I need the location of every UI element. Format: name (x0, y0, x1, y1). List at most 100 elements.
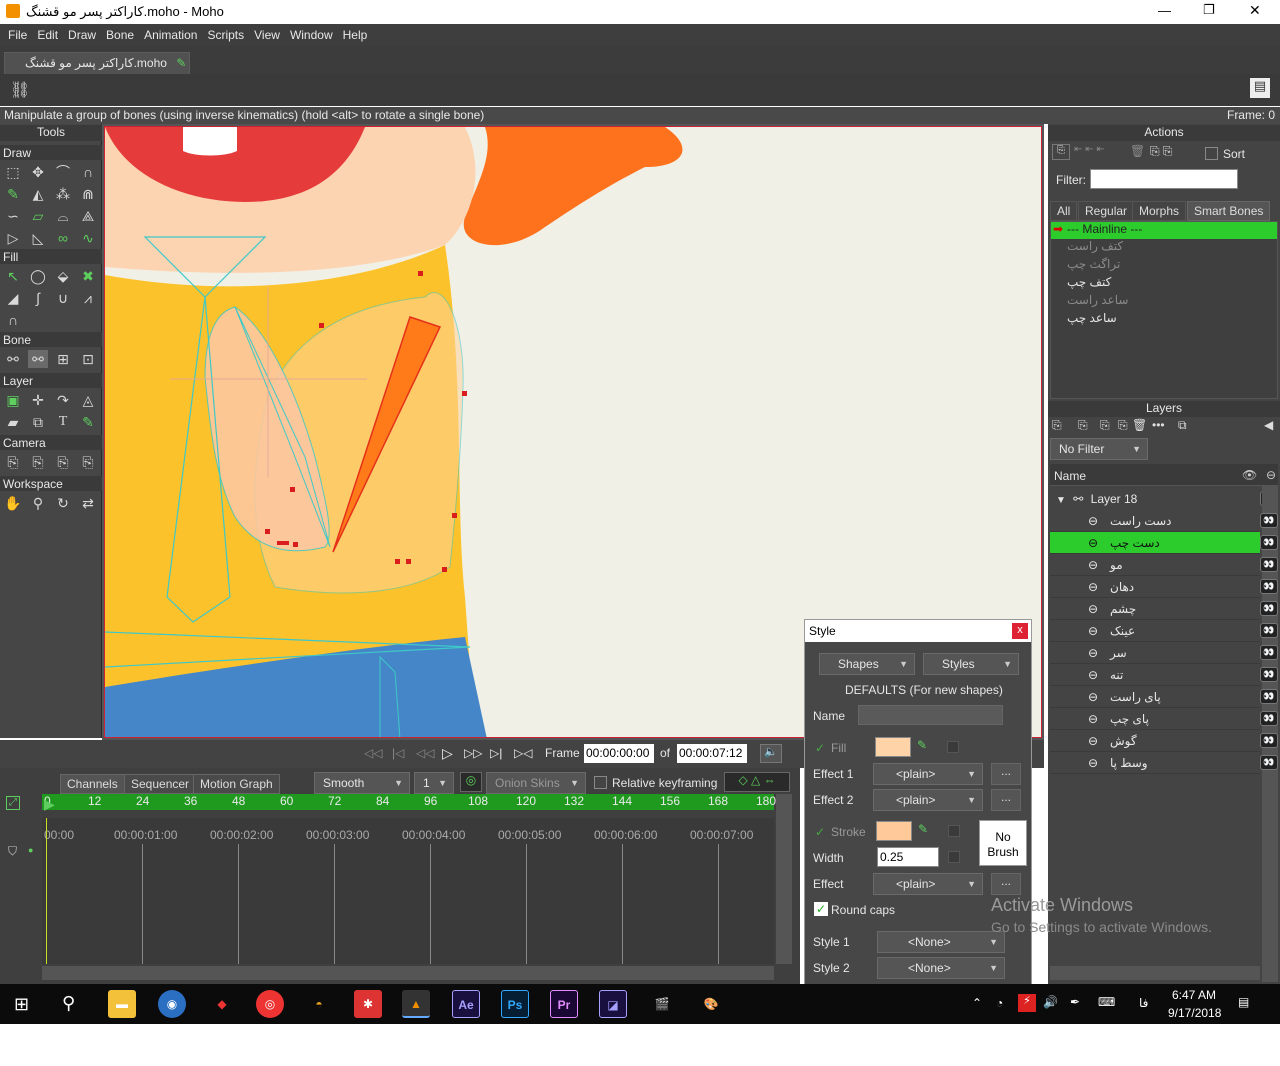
onion-toggle-icon[interactable]: ◎ (460, 772, 482, 792)
magnet-icon[interactable]: ∽ (3, 207, 23, 225)
blend-morphs-icon[interactable]: ∩ (3, 311, 23, 329)
arc-icon[interactable]: ⋒ (78, 185, 98, 203)
effect1-more-button[interactable]: ... (991, 763, 1021, 785)
volume-tray-icon[interactable]: 🔊 (1043, 995, 1058, 1009)
menu-help[interactable]: Help (339, 28, 372, 42)
tab-motion-graph[interactable]: Motion Graph (193, 774, 280, 794)
transform-points-icon[interactable]: ✥ (28, 163, 48, 181)
menu-animation[interactable]: Animation (140, 28, 201, 42)
stroke-extra-checkbox[interactable] (948, 825, 960, 837)
more-options-icon[interactable]: ••• (1152, 418, 1165, 432)
new-action-icon[interactable]: ⎘ (1052, 144, 1070, 160)
expand-timeline-icon[interactable]: ⤢ (6, 796, 20, 810)
keyframe-nav-icon[interactable]: ◇ △ ⇔ (724, 772, 790, 792)
effect-more-button[interactable]: ... (991, 873, 1021, 895)
action-item[interactable]: تراگث چپ (1051, 257, 1277, 275)
notifications-icon[interactable]: ▤ (1238, 995, 1249, 1009)
curve-profile-icon[interactable]: ⩘ (78, 289, 98, 307)
bind-layer-icon[interactable]: ⊞ (53, 350, 73, 368)
menu-window[interactable]: Window (286, 28, 337, 42)
chrome-icon[interactable]: ◎ (256, 990, 284, 1018)
fill-extra-checkbox[interactable] (947, 741, 959, 753)
search-icon[interactable]: ⚲ (62, 993, 75, 1014)
select-shape-icon[interactable]: ↖ (3, 267, 23, 285)
shear-icon[interactable]: ⟁ (78, 207, 98, 225)
layer-row[interactable]: ⊖ گوش 👀 (1050, 730, 1278, 752)
effect2-select[interactable]: <plain> (873, 789, 983, 811)
visibility-eye-icon[interactable]: 👀 (1260, 535, 1278, 550)
hand-icon[interactable]: ✋ (3, 494, 23, 512)
timeline-v-scrollbar[interactable] (776, 794, 792, 964)
effect2-more-button[interactable]: ... (991, 789, 1021, 811)
first-frame-icon[interactable]: |◁ (392, 746, 404, 760)
action-item-mainline[interactable]: ➡ --- Mainline --- (1051, 222, 1277, 239)
visibility-eye-icon[interactable]: 👀 (1260, 579, 1278, 594)
visibility-eye-icon[interactable]: 👀 (1260, 645, 1278, 660)
freehand-icon[interactable]: ✎ (3, 185, 23, 203)
hide-edge-icon[interactable]: ∫ (28, 289, 48, 307)
camera-track-icon[interactable]: ⎘ (3, 453, 23, 471)
width-input[interactable]: 0.25 (877, 847, 939, 867)
copy-layer-icon[interactable]: ⎘ (1100, 418, 1110, 433)
curvature-tool-icon[interactable]: ◺ (28, 229, 48, 247)
loop-icon[interactable]: ▷◁ (514, 746, 532, 760)
delete-edge-icon[interactable]: ▷ (3, 229, 23, 247)
camera-pan-icon[interactable]: ⎘ (78, 453, 98, 471)
tab-sequencer[interactable]: Sequencer (124, 774, 197, 794)
layer-row[interactable]: ⊖ پای راست 👀 (1050, 686, 1278, 708)
clock-time[interactable]: 6:47 AM (1172, 988, 1216, 1002)
visibility-eye-icon[interactable]: 👀 (1260, 513, 1278, 528)
styles-select[interactable]: Styles (923, 653, 1019, 675)
frame-input[interactable]: 00:00:00:00 (584, 744, 654, 763)
zoom-icon[interactable]: ⚲ (28, 494, 48, 512)
style1-select[interactable]: <None> (877, 931, 1005, 953)
orbit-workspace-icon[interactable]: ⇄ (78, 494, 98, 512)
bind-points-icon[interactable]: ⊡ (78, 350, 98, 368)
file-explorer-icon[interactable]: ▬ (108, 990, 136, 1018)
stroke-color-swatch[interactable] (876, 821, 912, 841)
menu-edit[interactable]: Edit (33, 28, 62, 42)
pen-icon[interactable]: ✒ (1070, 995, 1080, 1009)
document-tab[interactable]: کاراکتر پسر مو قشنگ.moho ✎ (4, 52, 190, 74)
network-icon[interactable]: ◔ (996, 996, 1003, 1010)
total-frames-input[interactable]: 00:00:07:12 (677, 744, 747, 763)
layer-row[interactable]: ⊖ دست چپ 👀 (1050, 532, 1278, 554)
scale-layer-icon[interactable]: ⧉ (28, 413, 48, 431)
step-back-icon[interactable]: ◁◁ (416, 746, 434, 760)
premiere-icon[interactable]: Pr (550, 990, 578, 1018)
layer-row[interactable]: ⊖ دهان 👀 (1050, 576, 1278, 598)
layer-settings-icon[interactable]: ⧉ (1178, 418, 1187, 433)
tab-regular[interactable]: Regular (1078, 201, 1135, 221)
language-indicator[interactable]: فا (1139, 996, 1148, 1010)
paste-layer-icon[interactable]: ⎘ (1118, 418, 1128, 433)
action-item[interactable]: ساعد راست (1051, 293, 1277, 311)
moho-taskbar-icon[interactable]: ▲ (402, 990, 430, 1018)
visibility-eye-icon[interactable]: 👀 (1260, 711, 1278, 726)
insert-action-icon[interactable]: ⎘ ⎘ (1150, 144, 1190, 159)
onion-skins-select[interactable]: Onion Skins (486, 772, 586, 794)
volume-icon[interactable]: 🔈 (760, 744, 782, 763)
delete-action-icon[interactable]: 🗑 (1130, 144, 1145, 158)
name-input[interactable] (858, 705, 1003, 725)
step-forward-icon[interactable]: ▷▷ (464, 746, 482, 760)
acrobat-icon[interactable]: ⚡ (1018, 994, 1036, 1012)
app-blue-icon[interactable]: ◓ (305, 990, 333, 1018)
app-patterned-icon[interactable]: ✱ (354, 990, 382, 1018)
select-bone-icon[interactable]: ⚯ (3, 350, 23, 368)
delete-shape-icon[interactable]: ✖ (78, 267, 98, 285)
close-window-button[interactable]: ✕ (1249, 2, 1261, 19)
close-icon[interactable]: x (1012, 623, 1028, 639)
visibility-eye-icon[interactable]: 👀 (1260, 601, 1278, 616)
layer-row[interactable]: ⊖ پای چپ 👀 (1050, 708, 1278, 730)
line-width-icon[interactable]: ◢ (3, 289, 23, 307)
media-encoder-icon[interactable]: ◪ (599, 990, 627, 1018)
text-icon[interactable]: T (53, 413, 73, 431)
round-caps-checkbox[interactable]: ✓ (814, 902, 828, 916)
manipulate-bones-icon[interactable]: ⚯ (28, 350, 48, 368)
visibility-eye-icon[interactable]: 👀 (1260, 733, 1278, 748)
duplicate-layer-icon[interactable]: ⎘ (1078, 418, 1088, 433)
menu-file[interactable]: File (4, 28, 31, 42)
action-item[interactable]: ساعد چپ (1051, 311, 1277, 329)
layer-row[interactable]: ⊖ مو 👀 (1050, 554, 1278, 576)
transform-layer-icon[interactable]: ▣ (3, 391, 23, 409)
